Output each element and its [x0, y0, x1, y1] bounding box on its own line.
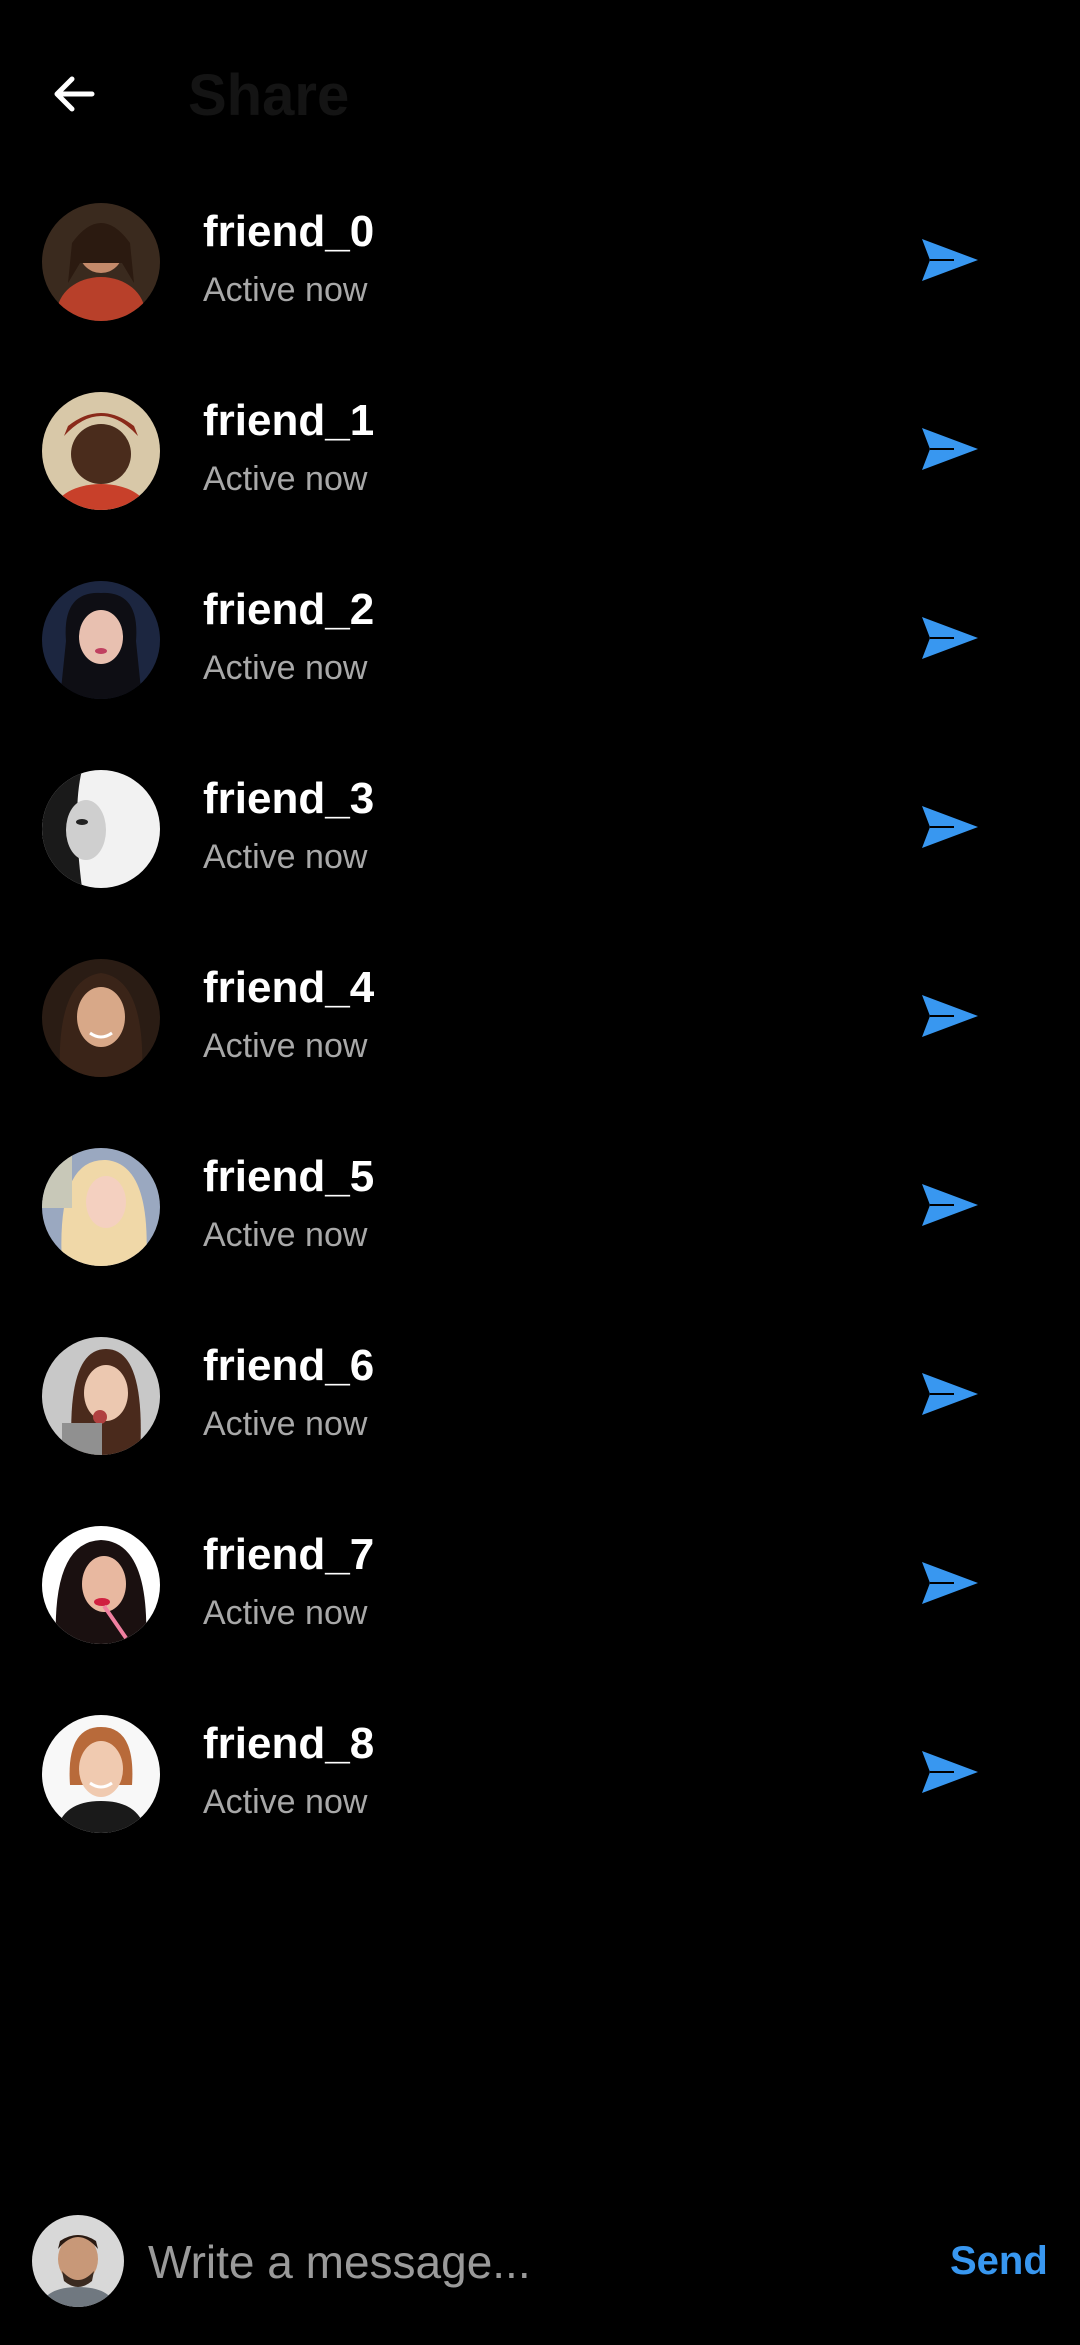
- send-to-friend-button[interactable]: [910, 414, 990, 484]
- friend-status: Active now: [203, 649, 368, 687]
- current-user-avatar: [32, 2215, 124, 2307]
- avatar[interactable]: [42, 959, 160, 1077]
- friend-status: Active now: [203, 1405, 368, 1443]
- send-arrow-icon: [922, 995, 978, 1037]
- friend-status: Active now: [203, 1027, 368, 1065]
- friend-name: friend_2: [203, 585, 375, 634]
- friend-status: Active now: [203, 271, 368, 309]
- avatar[interactable]: [42, 1715, 160, 1833]
- friend-row[interactable]: friend_2 Active now: [0, 568, 1080, 757]
- avatar[interactable]: [42, 392, 160, 510]
- message-composer: Send: [0, 2200, 1080, 2345]
- avatar[interactable]: [42, 1337, 160, 1455]
- send-arrow-icon: [922, 1373, 978, 1415]
- friend-row[interactable]: friend_1 Active now: [0, 379, 1080, 568]
- send-to-friend-button[interactable]: [910, 1170, 990, 1240]
- back-button[interactable]: [40, 60, 108, 128]
- friend-row[interactable]: friend_4 Active now: [0, 946, 1080, 1135]
- send-arrow-icon: [922, 239, 978, 281]
- send-to-friend-button[interactable]: [910, 981, 990, 1051]
- send-arrow-icon: [922, 1562, 978, 1604]
- friend-status: Active now: [203, 1783, 368, 1821]
- friend-row[interactable]: friend_8 Active now: [0, 1702, 1080, 1891]
- friend-row[interactable]: friend_6 Active now: [0, 1324, 1080, 1513]
- friend-name: friend_5: [203, 1152, 375, 1201]
- avatar[interactable]: [42, 581, 160, 699]
- friend-row[interactable]: friend_5 Active now: [0, 1135, 1080, 1324]
- send-to-friend-button[interactable]: [910, 1359, 990, 1429]
- friend-name: friend_7: [203, 1530, 375, 1579]
- arrow-left-icon: [54, 76, 95, 112]
- send-to-friend-button[interactable]: [910, 603, 990, 673]
- avatar[interactable]: [42, 1526, 160, 1644]
- friend-status: Active now: [203, 838, 368, 876]
- avatar[interactable]: [42, 770, 160, 888]
- send-arrow-icon: [922, 1751, 978, 1793]
- send-to-friend-button[interactable]: [910, 225, 990, 295]
- friend-status: Active now: [203, 460, 368, 498]
- friend-name: friend_8: [203, 1719, 375, 1768]
- send-arrow-icon: [922, 617, 978, 659]
- friend-name: friend_0: [203, 207, 375, 256]
- send-to-friend-button[interactable]: [910, 1548, 990, 1618]
- friend-name: friend_6: [203, 1341, 375, 1390]
- friend-status: Active now: [203, 1216, 368, 1254]
- send-to-friend-button[interactable]: [910, 792, 990, 862]
- send-button[interactable]: Send: [950, 2236, 1048, 2286]
- friend-row[interactable]: friend_7 Active now: [0, 1513, 1080, 1702]
- avatar[interactable]: [42, 1148, 160, 1266]
- header-bar: Share: [0, 0, 1080, 190]
- send-arrow-icon: [922, 428, 978, 470]
- friend-name: friend_4: [203, 963, 375, 1012]
- page-title: Share: [188, 63, 350, 128]
- friend-name: friend_1: [203, 396, 375, 445]
- friend-status: Active now: [203, 1594, 368, 1632]
- send-arrow-icon: [922, 1184, 978, 1226]
- message-input[interactable]: [148, 2222, 908, 2302]
- friend-row[interactable]: friend_0 Active now: [0, 190, 1080, 379]
- friend-name: friend_3: [203, 774, 375, 823]
- friend-row[interactable]: friend_3 Active now: [0, 757, 1080, 946]
- avatar[interactable]: [42, 203, 160, 321]
- send-to-friend-button[interactable]: [910, 1737, 990, 1807]
- send-arrow-icon: [922, 806, 978, 848]
